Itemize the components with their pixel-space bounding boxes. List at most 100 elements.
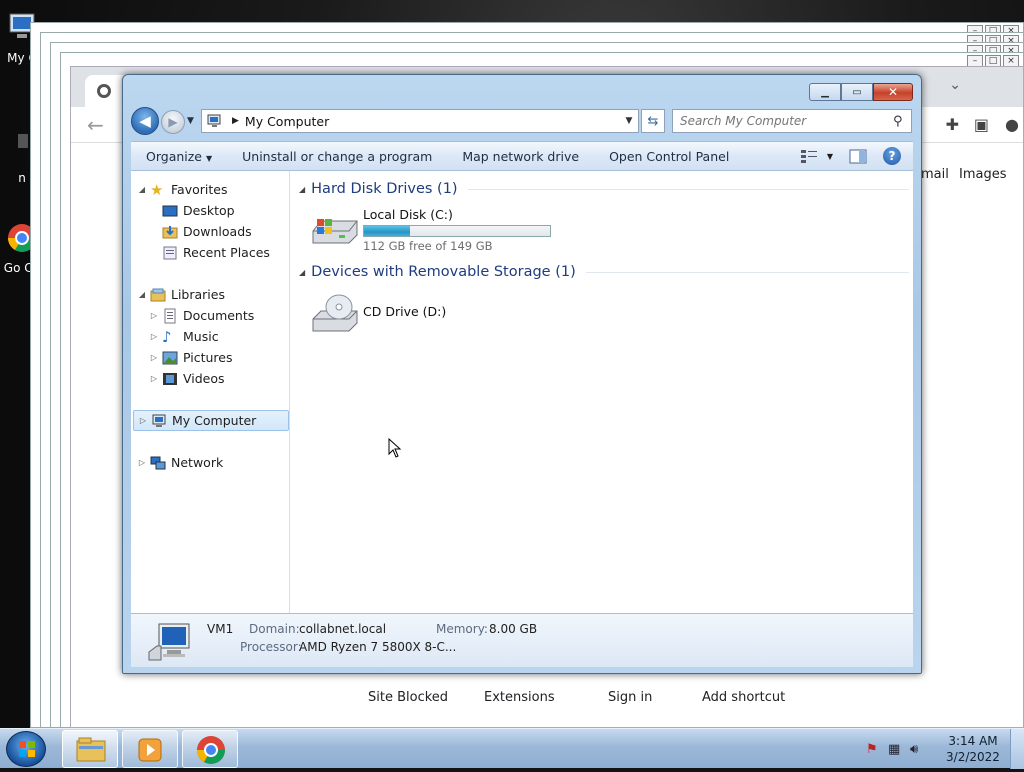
nav-favorites[interactable]: ◢ ★ Favorites	[137, 179, 228, 200]
nav-network[interactable]: ▷ Network	[137, 452, 223, 473]
shortcut-extensions[interactable]: Extensions	[484, 690, 555, 705]
open-control-panel-button[interactable]: Open Control Panel	[594, 149, 744, 164]
drive-name: CD Drive (D:)	[363, 304, 447, 319]
expand-arrow-icon[interactable]: ▷	[149, 353, 159, 362]
navigation-pane: ◢ ★ Favorites Desktop Downloads Recent P…	[131, 171, 290, 613]
address-bar[interactable]: ▶ My Computer ▼	[201, 109, 639, 133]
preview-pane-icon[interactable]	[849, 149, 867, 164]
nav-libraries[interactable]: ◢ Libraries	[137, 284, 225, 305]
command-bar: Organize ▼ Uninstall or change a program…	[131, 141, 913, 171]
folder-icon	[76, 737, 106, 762]
star-icon: ★	[150, 180, 164, 199]
explorer-window: ▁ ▭ ✕ ◀ ▶ ▼ ▶ My Computer ▼ ⇆ ⚲ Organize…	[122, 74, 922, 674]
group-hard-disk-drives[interactable]: ◢ Hard Disk Drives (1)	[299, 181, 909, 197]
address-dropdown-icon[interactable]: ▼	[620, 116, 638, 126]
collapse-arrow-icon[interactable]: ◢	[299, 185, 305, 194]
network-icon	[150, 456, 166, 469]
clock-time: 3:14 AM	[948, 734, 998, 748]
group-title-text: Hard Disk Drives (1)	[311, 181, 458, 197]
start-button[interactable]	[6, 731, 46, 767]
computer-icon	[148, 623, 190, 661]
refresh-button[interactable]: ⇆	[641, 109, 665, 133]
drive-usage-bar	[363, 225, 551, 237]
nav-label: Favorites	[171, 182, 228, 197]
drive-free-space: 112 GB free of 149 GB	[363, 239, 493, 253]
change-view-button[interactable]: ▼	[800, 149, 833, 163]
extensions-puzzle-icon[interactable]: ✚	[946, 115, 959, 134]
volume-icon[interactable]: 🔊︎	[910, 742, 936, 757]
profile-icon[interactable]: ●	[1005, 115, 1019, 134]
nav-desktop[interactable]: Desktop	[159, 200, 235, 221]
group-removable-storage[interactable]: ◢ Devices with Removable Storage (1)	[299, 264, 909, 280]
search-input[interactable]	[673, 113, 893, 129]
libraries-icon	[150, 288, 166, 301]
help-icon[interactable]: ?	[883, 147, 901, 165]
nav-label: Downloads	[183, 224, 252, 239]
expand-arrow-icon[interactable]: ▷	[149, 374, 159, 383]
expand-arrow-icon[interactable]: ◢	[137, 290, 147, 299]
drive-cd-d[interactable]: CD Drive (D:)	[309, 293, 446, 333]
expand-arrow-icon[interactable]: ◢	[137, 185, 147, 194]
documents-icon	[164, 308, 176, 323]
taskbar-explorer-button[interactable]	[62, 730, 118, 768]
gmail-link[interactable]: mail	[921, 167, 949, 182]
side-panel-icon[interactable]: ▣	[974, 115, 989, 134]
nav-label: My Computer	[172, 413, 257, 428]
nav-label: Pictures	[183, 350, 233, 365]
action-center-flag-icon[interactable]: ⚑	[866, 742, 888, 757]
taskbar-media-player-button[interactable]	[122, 730, 178, 768]
taskbar-chrome-button[interactable]	[182, 730, 238, 768]
shortcut-site-blocked[interactable]: Site Blocked	[368, 690, 448, 705]
clock[interactable]: 3:14 AM 3/2/2022	[936, 733, 1010, 765]
expand-arrow-icon[interactable]: ▷	[137, 458, 147, 467]
chevron-down-icon[interactable]: ⌄	[949, 77, 961, 93]
music-note-icon: ♪	[162, 327, 172, 346]
nav-videos[interactable]: ▷ Videos	[149, 368, 225, 389]
expand-arrow-icon[interactable]: ▷	[138, 416, 148, 425]
nav-downloads[interactable]: Downloads	[159, 221, 252, 242]
nav-recent-places[interactable]: Recent Places	[159, 242, 270, 263]
chevron-down-icon: ▼	[826, 151, 833, 161]
images-link[interactable]: Images	[959, 167, 1007, 182]
nav-music[interactable]: ▷ ♪ Music	[149, 326, 219, 347]
collapse-arrow-icon[interactable]: ◢	[299, 268, 305, 277]
forward-button[interactable]: ▶	[161, 110, 185, 134]
shortcut-sign-in[interactable]: Sign in	[608, 690, 652, 705]
nav-my-computer[interactable]: ▷ My Computer	[133, 410, 289, 431]
breadcrumb-separator-icon[interactable]: ▶	[232, 116, 239, 126]
network-status-icon[interactable]: ▦	[888, 742, 910, 757]
mouse-cursor-icon	[388, 438, 402, 458]
back-button[interactable]: ◀	[131, 107, 159, 135]
address-path[interactable]: My Computer	[245, 114, 620, 129]
computer-icon	[207, 114, 221, 127]
expand-arrow-icon[interactable]: ▷	[149, 311, 159, 320]
nav-pictures[interactable]: ▷ Pictures	[149, 347, 233, 368]
close-button[interactable]: ✕	[873, 83, 913, 101]
processor-label: Processor:	[240, 640, 302, 654]
cd-drive-icon	[312, 294, 358, 332]
search-box[interactable]: ⚲	[672, 109, 912, 133]
shortcut-add-shortcut[interactable]: Add shortcut	[702, 690, 785, 705]
nav-documents[interactable]: ▷ Documents	[149, 305, 254, 326]
group-divider	[467, 188, 909, 190]
clock-date: 3/2/2022	[946, 750, 1000, 764]
maximize-button[interactable]: ▭	[841, 83, 873, 101]
drive-local-disk-c[interactable]: Local Disk (C:) 112 GB free of 149 GB	[309, 207, 551, 253]
recent-pages-dropdown-icon[interactable]: ▼	[187, 116, 194, 126]
hard-drive-icon	[312, 219, 358, 244]
organize-button[interactable]: Organize ▼	[131, 149, 227, 164]
nav-label: Network	[171, 455, 224, 470]
content-pane: ◢ Hard Disk Drives (1) Local Disk (C:) 1…	[291, 171, 913, 613]
explorer-body: ◢ ★ Favorites Desktop Downloads Recent P…	[131, 171, 913, 613]
minimize-button[interactable]: ▁	[809, 83, 841, 101]
nav-label: Documents	[183, 308, 255, 323]
show-desktop-button[interactable]	[1010, 729, 1024, 769]
domain-label: Domain:	[249, 622, 300, 636]
uninstall-program-button[interactable]: Uninstall or change a program	[227, 149, 447, 164]
back-arrow-icon[interactable]: ←	[87, 113, 104, 137]
search-icon[interactable]: ⚲	[893, 114, 911, 129]
expand-arrow-icon[interactable]: ▷	[149, 332, 159, 341]
map-network-drive-button[interactable]: Map network drive	[447, 149, 594, 164]
taskbar: ⚑ ▦ 🔊︎ 3:14 AM 3/2/2022	[0, 728, 1024, 769]
memory-value: 8.00 GB	[489, 622, 538, 636]
